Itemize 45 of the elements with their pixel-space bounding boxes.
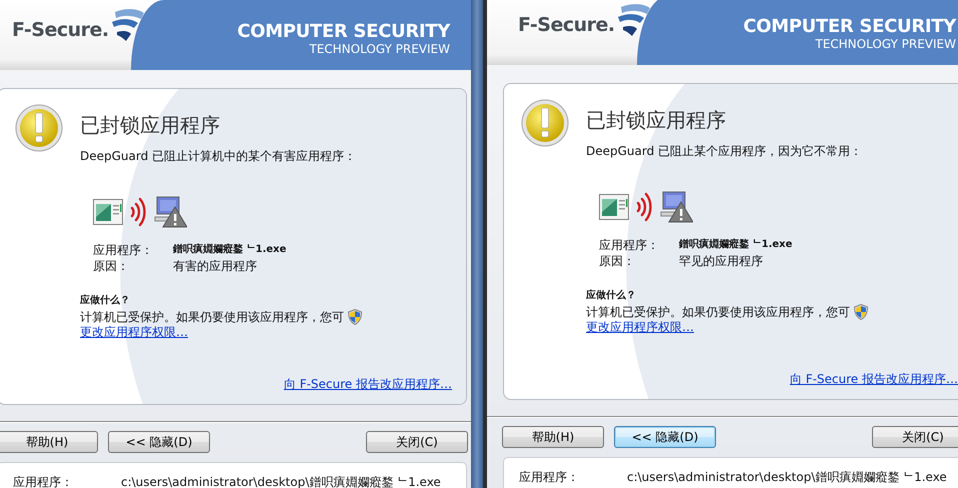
- warning-icon: [15, 104, 63, 152]
- product-name: COMPUTER SECURITY: [237, 22, 450, 42]
- product-name: COMPUTER SECURITY: [743, 17, 956, 37]
- signal-waves-icon: [635, 192, 653, 222]
- advice-text: 计算机已受保护。如果仍要使用该应用程序，您可: [80, 310, 344, 324]
- application-name: 鐠呮瘨婣孄瘲鍪 ᄂ1.exe: [173, 242, 288, 257]
- close-button[interactable]: 关闭(C): [366, 431, 468, 453]
- hide-button[interactable]: << 隐藏(D): [108, 431, 210, 453]
- computer-warning-icon: [153, 196, 187, 228]
- alert-message: DeepGuard 已阻止计算机中的某个有害应用程序：: [80, 149, 356, 163]
- app-window-icon: [599, 194, 629, 220]
- computer-warning-icon: [659, 191, 693, 223]
- dialog-title: 已封锁应用程序: [80, 113, 221, 137]
- brand-logo: F-Secure.: [518, 14, 615, 36]
- details-label: 应用程序：: [519, 470, 580, 486]
- help-button[interactable]: 帮助(H): [502, 426, 604, 448]
- help-button[interactable]: 帮助(H): [0, 431, 98, 453]
- report-link[interactable]: 向 F-Secure 报告改应用程序…: [284, 377, 452, 391]
- advice-text: 计算机已受保护。如果仍要使用该应用程序，您可: [586, 304, 850, 320]
- change-permissions-link[interactable]: 更改应用程序权限…: [586, 320, 694, 334]
- app-window-icon: [93, 199, 123, 225]
- application-name: 鐠呮瘨婣孄瘲鍪 ᄂ1.exe: [679, 237, 794, 252]
- brand-logo: F-Secure.: [12, 19, 109, 41]
- product-edition: TECHNOLOGY PREVIEW: [815, 37, 956, 51]
- reason-label: 原因：: [93, 258, 130, 274]
- close-button[interactable]: 关闭(C): [872, 426, 958, 448]
- shield-icon: [854, 304, 868, 320]
- application-label: 应用程序：: [93, 242, 154, 258]
- reason-value: 有害的应用程序: [173, 258, 258, 274]
- warning-icon: [521, 99, 569, 147]
- details-label: 应用程序：: [13, 475, 74, 488]
- advice-heading: 应做什么？: [586, 289, 637, 302]
- hide-button[interactable]: << 隐藏(D): [614, 426, 716, 448]
- report-link[interactable]: 向 F-Secure 报告改应用程序…: [790, 372, 958, 386]
- shield-icon: [348, 309, 362, 325]
- signal-waves-icon: [129, 197, 147, 227]
- product-edition: TECHNOLOGY PREVIEW: [309, 42, 450, 56]
- reason-label: 原因：: [599, 253, 636, 269]
- application-label: 应用程序：: [599, 237, 660, 253]
- advice-heading: 应做什么？: [80, 294, 131, 307]
- details-path: c:\users\administrator\desktop\鐠呮瘨婣孄瘲鍪 ᄂ1.exe: [627, 470, 947, 486]
- dialog-title: 已封锁应用程序: [586, 108, 727, 132]
- alert-message: DeepGuard 已阻止某个应用程序，因为它不常用：: [586, 144, 862, 158]
- change-permissions-link[interactable]: 更改应用程序权限…: [80, 325, 188, 339]
- reason-value: 罕见的应用程序: [679, 253, 764, 269]
